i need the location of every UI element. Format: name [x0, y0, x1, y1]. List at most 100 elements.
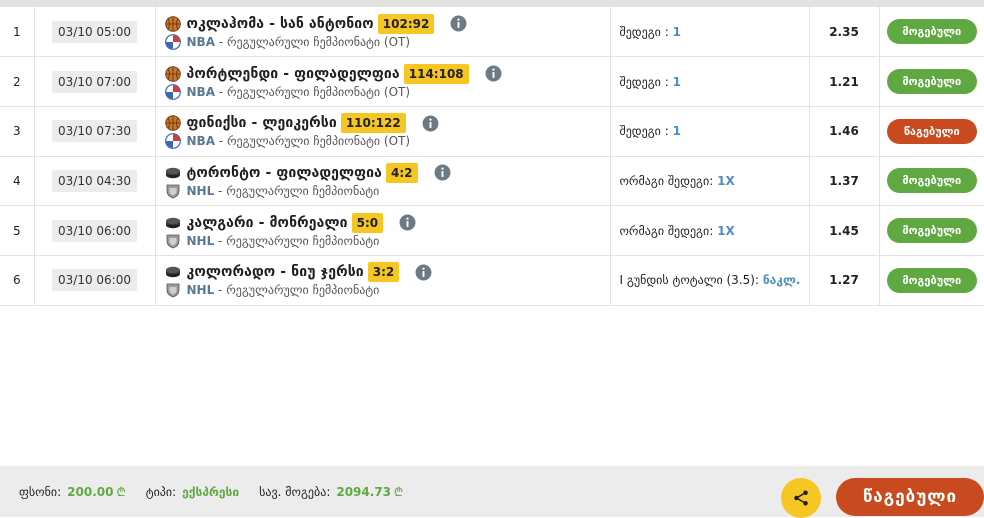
league-stage: - რეგულარული ჩემპიონატი: [214, 283, 380, 298]
lari-currency-icon: ₾: [394, 485, 404, 499]
bet-row: 2 03/10 07:00 პორტლენდი - ფილადელფია 114:10…: [0, 56, 984, 107]
teams-name: ფინიქსი - ლეიკერსი: [186, 115, 337, 132]
nba-logo-icon: [164, 133, 181, 150]
odds-value: 2.35: [809, 7, 880, 58]
nba-logo-icon: [164, 83, 181, 100]
status-badge: მოგებული: [886, 69, 977, 95]
bet-cell: I გუნდის ტოტალი (3.5): ნაკლ.: [610, 255, 810, 306]
nhl-logo-icon: [166, 234, 179, 249]
bet-cell: შედეგი : 1: [610, 106, 810, 157]
event-cell: კალგარი - მონრეალი 5:0 NHL - რეგულარული ჩე…: [155, 205, 611, 256]
row-number: 2: [0, 56, 35, 107]
bet-market: შედეგი :: [619, 24, 673, 39]
event-time: 03/10 07:00: [52, 70, 137, 93]
status-badge: მოგებული: [886, 267, 977, 293]
score-badge: 5:0: [351, 212, 384, 233]
event-time: 03/10 06:00: [52, 219, 137, 242]
league-name: NHL: [186, 283, 215, 298]
event-time: 03/10 04:30: [52, 169, 137, 192]
bet-selection: 1: [672, 74, 681, 89]
league-stage: - რეგულარული ჩემპიონატი (OT): [214, 134, 411, 149]
event-time: 03/10 05:00: [52, 20, 137, 43]
event-time: 03/10 06:00: [52, 269, 137, 292]
status-badge: წაგებული: [886, 118, 977, 144]
info-icon[interactable]: [415, 264, 432, 281]
teams-name: კოლორადო - ნიუ ჯერსი: [186, 264, 364, 281]
status-badge: მოგებული: [886, 19, 977, 45]
type-label: ტიპი:: [145, 484, 177, 499]
row-number: 1: [0, 7, 35, 58]
odds-value: 1.21: [809, 56, 880, 107]
type-value: ექსპრესი: [182, 484, 240, 499]
bet-selection: ნაკლ.: [762, 273, 801, 288]
info-icon[interactable]: [399, 214, 416, 231]
teams-name: კალგარი - მონრეალი: [186, 214, 348, 231]
row-number: 3: [0, 106, 35, 157]
share-button[interactable]: [781, 478, 821, 518]
ticket-status-badge: წაგებული: [836, 478, 984, 516]
row-number: 4: [0, 156, 35, 207]
nhl-logo-icon: [166, 283, 179, 298]
teams-name: ოკლაჰომა - სან ანტონიო: [186, 15, 374, 32]
info-icon[interactable]: [422, 115, 439, 132]
teams-name: პორტლენდი - ფილადელფია: [186, 65, 400, 82]
info-icon[interactable]: [485, 65, 502, 82]
basketball-icon: [164, 65, 181, 82]
bet-cell: ორმაგი შედეგი: 1X: [610, 205, 810, 256]
possible-win-summary: სავ. მოგება: 2094.73 ₾: [259, 483, 403, 500]
bets-table: 1 03/10 05:00 ოკლაჰომა - სან ანტონიო 102:92…: [0, 7, 984, 306]
possible-win-label: სავ. მოგება:: [259, 484, 331, 499]
bet-market: I გუნდის ტოტალი (3.5):: [619, 273, 763, 288]
status-badge: მოგებული: [886, 218, 977, 244]
odds-value: 1.46: [809, 106, 880, 157]
bet-selection: 1X: [717, 223, 735, 238]
score-badge: 102:92: [377, 13, 435, 34]
league-name: NHL: [186, 233, 215, 248]
bet-row: 5 03/10 06:00 კალგარი - მონრეალი 5:0 NHL - რ…: [0, 205, 984, 256]
info-icon[interactable]: [434, 164, 451, 181]
hockey-puck-icon: [165, 217, 180, 228]
bet-cell: შედეგი : 1: [610, 56, 810, 107]
league-name: NBA: [186, 134, 215, 149]
league-stage: - რეგულარული ჩემპიონატი: [214, 183, 380, 198]
bet-market: შედეგი :: [619, 74, 673, 89]
possible-win-value: 2094.73: [336, 484, 392, 499]
top-divider: [0, 0, 984, 7]
league-stage: - რეგულარული ჩემპიონატი (OT): [214, 34, 411, 49]
league-stage: - რეგულარული ჩემპიონატი (OT): [214, 84, 411, 99]
nba-logo-icon: [164, 33, 181, 50]
basketball-icon: [164, 115, 181, 131]
stake-summary: ფსონი: 200.00 ₾: [19, 483, 126, 500]
stake-value: 200.00: [67, 484, 114, 499]
league-name: NBA: [186, 84, 215, 99]
stake-label: ფსონი:: [19, 484, 62, 499]
hockey-puck-icon: [165, 167, 180, 179]
basketball-icon: [164, 15, 181, 32]
event-cell: ოკლაჰომა - სან ანტონიო 102:92 NBA - რეგულა…: [155, 7, 611, 58]
bet-row: 3 03/10 07:30 ფინიქსი - ლეიკერსი 110:122 NBA…: [0, 106, 984, 157]
lari-currency-icon: ₾: [116, 485, 126, 499]
bet-market: ორმაგი შედეგი:: [619, 173, 718, 188]
score-badge: 3:2: [367, 262, 400, 283]
bet-cell: შედეგი : 1: [610, 7, 810, 58]
score-badge: 114:108: [403, 63, 469, 84]
info-icon[interactable]: [450, 15, 467, 32]
row-number: 6: [0, 255, 35, 306]
bet-selection: 1X: [717, 173, 735, 188]
status-badge: მოგებული: [886, 168, 977, 194]
league-name: NBA: [186, 34, 215, 49]
bet-cell: ორმაგი შედეგი: 1X: [610, 156, 810, 207]
odds-value: 1.45: [809, 205, 880, 256]
event-time: 03/10 07:30: [52, 120, 137, 143]
score-badge: 110:122: [340, 113, 406, 134]
event-cell: კოლორადო - ნიუ ჯერსი 3:2 NHL - რეგულარული …: [155, 255, 611, 306]
hockey-puck-icon: [165, 267, 180, 278]
league-stage: - რეგულარული ჩემპიონატი: [214, 233, 380, 248]
bet-market: ორმაგი შედეგი:: [619, 223, 718, 238]
nhl-logo-icon: [166, 184, 179, 199]
bet-row: 1 03/10 05:00 ოკლაჰომა - სან ანტონიო 102:92…: [0, 7, 984, 58]
bet-row: 4 03/10 04:30 ტორონტო - ფილადელფია 4:2 NHL -…: [0, 156, 984, 207]
row-number: 5: [0, 205, 35, 256]
bet-market: შედეგი :: [619, 124, 673, 139]
odds-value: 1.27: [809, 255, 880, 306]
